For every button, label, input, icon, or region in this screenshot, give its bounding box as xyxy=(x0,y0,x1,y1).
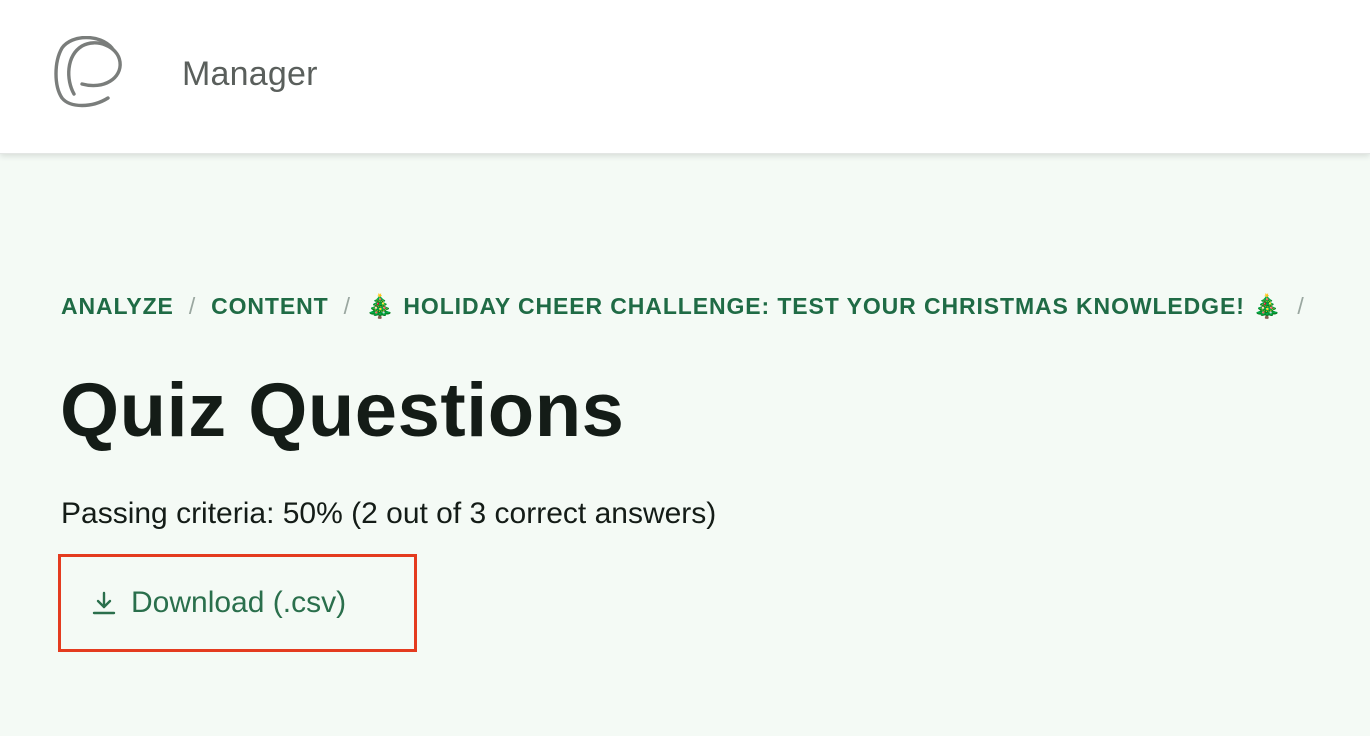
download-icon xyxy=(91,590,117,616)
breadcrumb: ANALYZE / CONTENT / 🎄 HOLIDAY CHEER CHALL… xyxy=(61,292,1320,320)
breadcrumb-item-quiz[interactable]: 🎄 HOLIDAY CHEER CHALLENGE: TEST YOUR CHRI… xyxy=(366,292,1282,320)
top-navigation-bar: Manager xyxy=(0,0,1370,154)
app-logo-icon[interactable] xyxy=(52,35,128,108)
app-name: Manager xyxy=(182,55,318,93)
download-button-label: Download (.csv) xyxy=(131,586,347,619)
christmas-tree-icon: 🎄 xyxy=(365,293,396,319)
page-title: Quiz Questions xyxy=(60,368,625,453)
christmas-tree-icon: 🎄 xyxy=(1252,293,1283,319)
breadcrumb-separator: / xyxy=(188,293,197,319)
breadcrumb-separator: / xyxy=(343,293,351,319)
breadcrumb-item-content[interactable]: CONTENT xyxy=(211,292,328,320)
breadcrumb-item-analyze[interactable]: ANALYZE xyxy=(61,292,174,320)
breadcrumb-item-quiz-label: HOLIDAY CHEER CHALLENGE: TEST YOUR CHRIS… xyxy=(403,293,1245,319)
breadcrumb-separator: / xyxy=(1297,293,1305,319)
passing-criteria-text: Passing criteria: 50% (2 out of 3 correc… xyxy=(61,497,717,530)
download-csv-button[interactable]: Download (.csv) xyxy=(58,554,417,652)
